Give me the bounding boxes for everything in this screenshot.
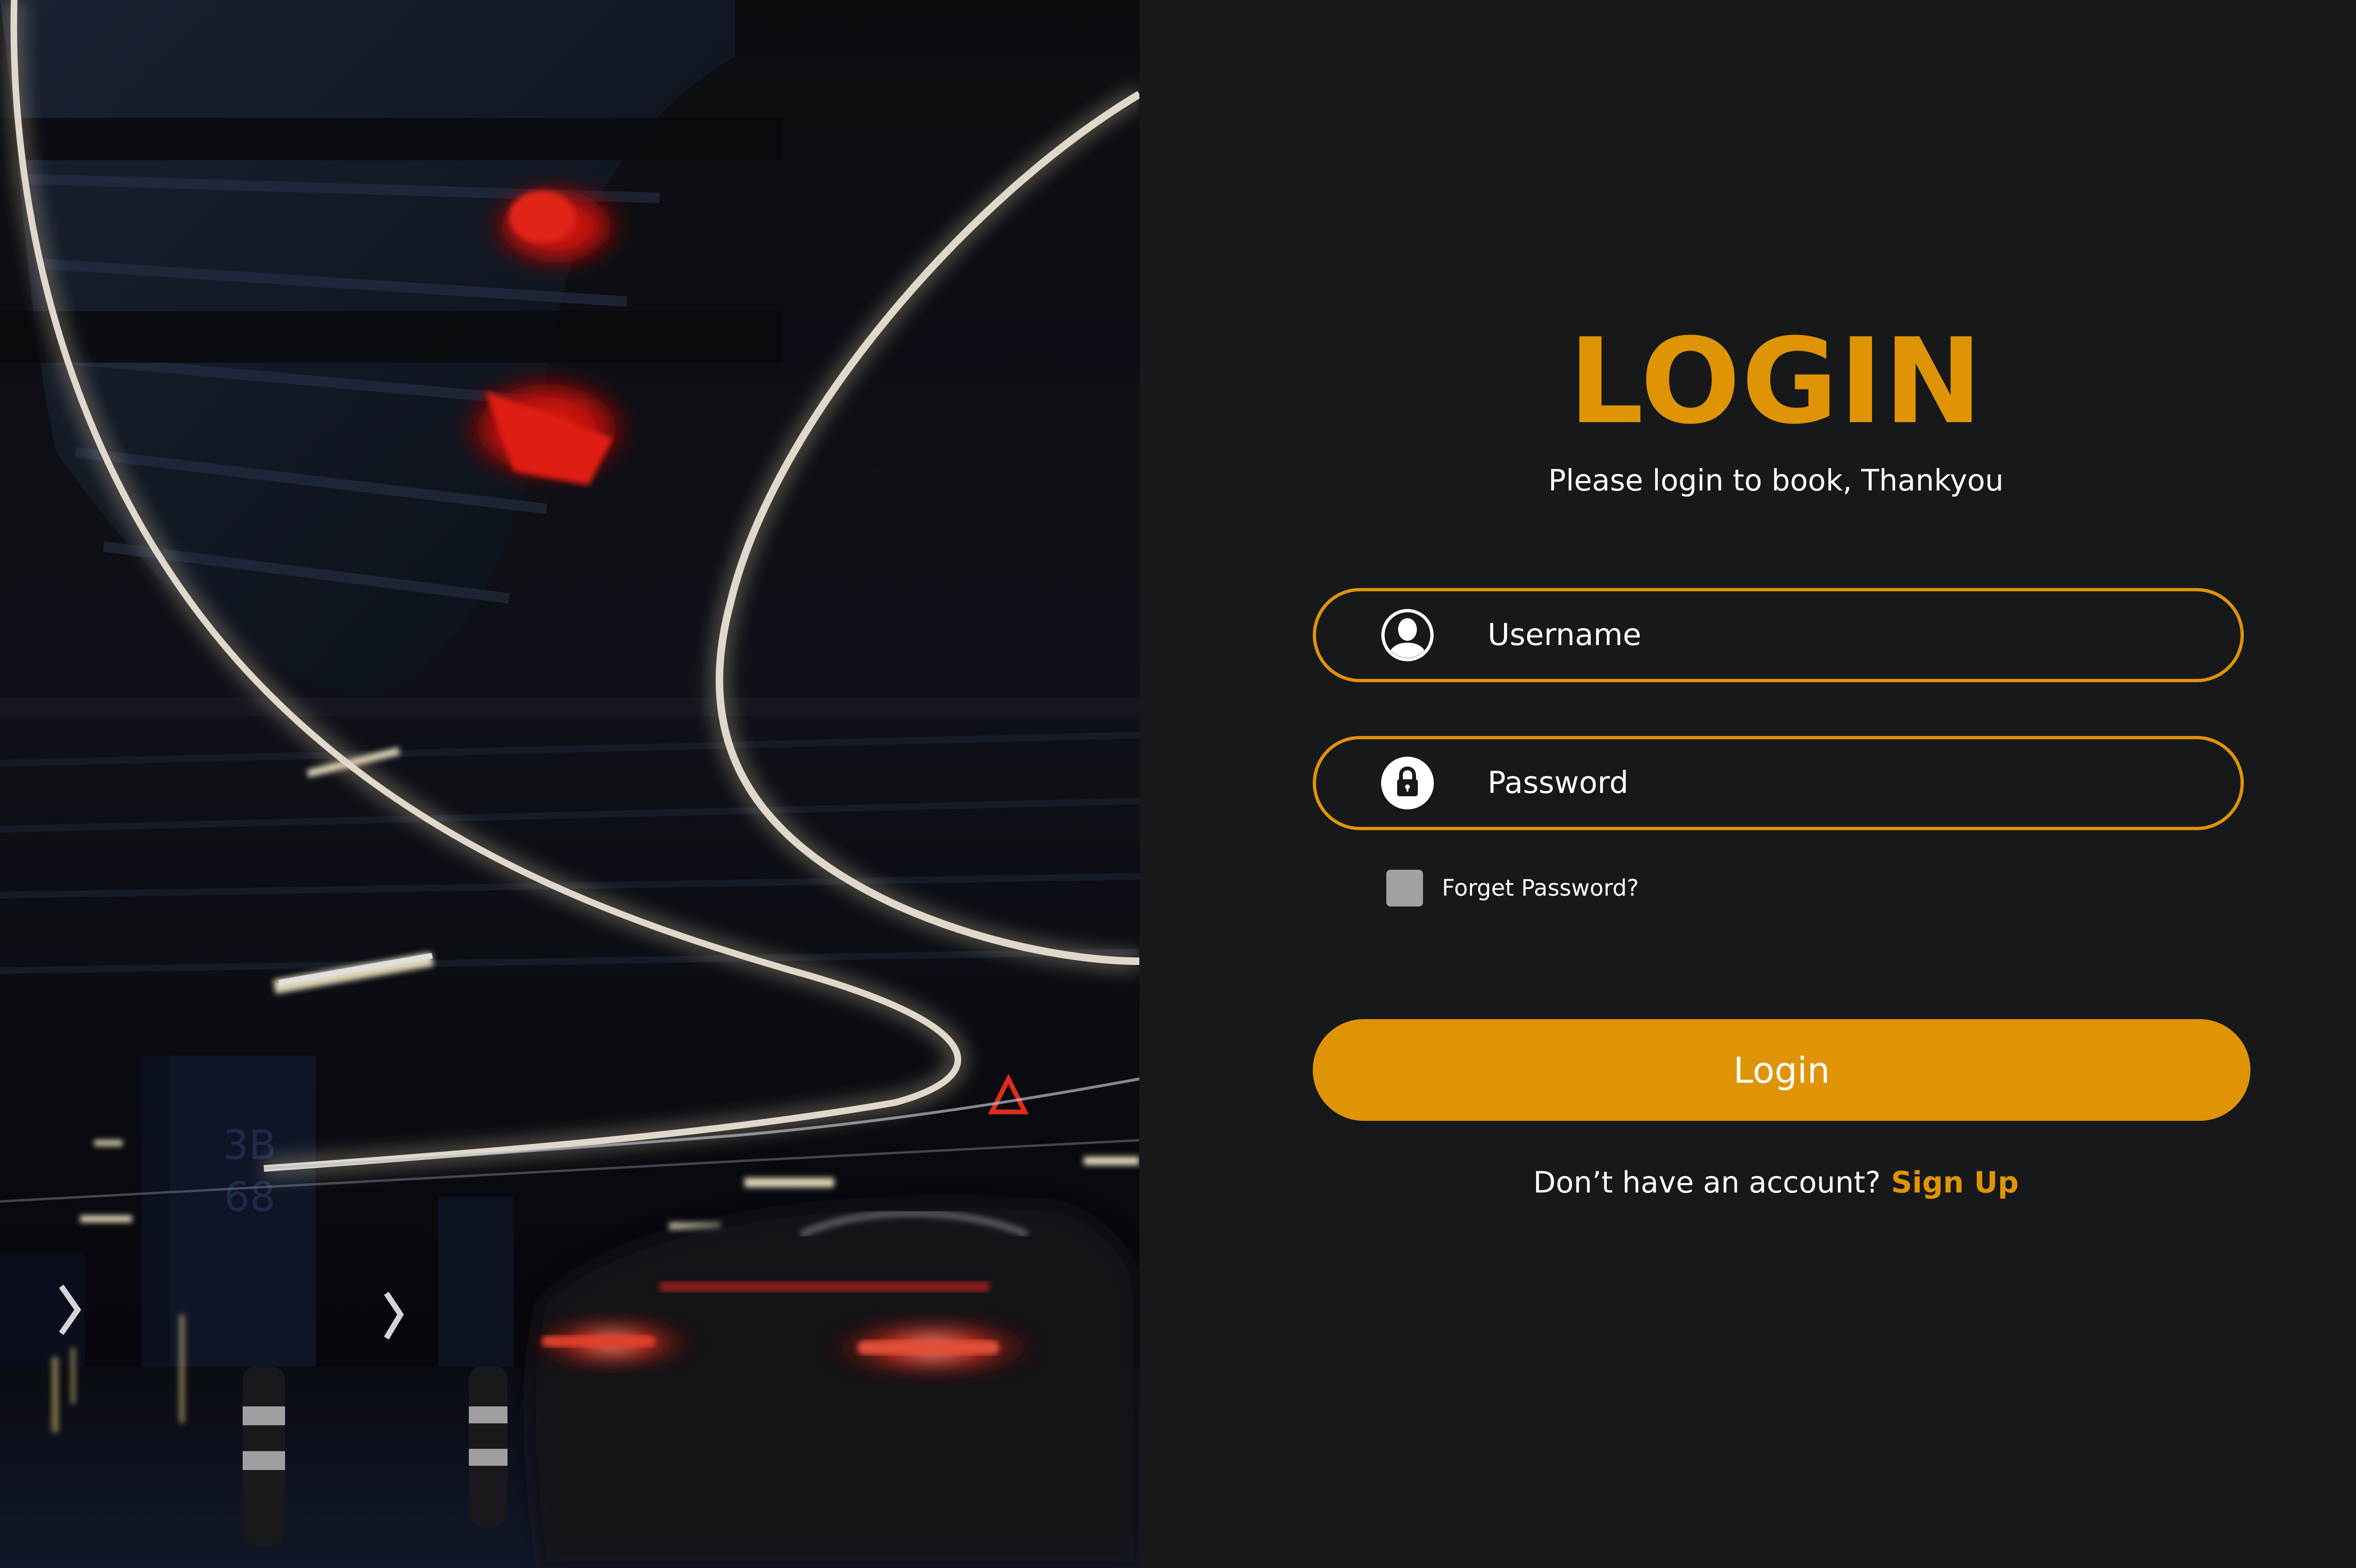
forget-password-checkbox[interactable]: [1386, 870, 1423, 906]
signup-prompt: Don’t have an account? Sign Up: [1139, 1161, 2356, 1204]
login-page: 3B 68 LOGIN Please login to book, Thanky…: [0, 0, 2356, 1568]
forget-password-label[interactable]: Forget Password?: [1442, 875, 1639, 901]
password-field[interactable]: [1313, 736, 2244, 830]
lock-icon: [1380, 756, 1435, 810]
no-account-text: Don’t have an account?: [1533, 1165, 1881, 1200]
password-input[interactable]: [1488, 739, 2203, 827]
signup-link[interactable]: Sign Up: [1891, 1165, 2019, 1200]
user-avatar-icon: [1380, 608, 1435, 662]
page-title: LOGIN: [1568, 313, 1984, 450]
username-input[interactable]: [1488, 591, 2203, 679]
parking-garage-hero-image: 3B 68: [0, 0, 1139, 1568]
page-subtitle: Please login to book, Thankyou: [1548, 463, 2004, 498]
username-field[interactable]: [1313, 588, 2244, 682]
login-button[interactable]: Login: [1313, 1019, 2250, 1121]
login-form-panel: LOGIN Please login to book, Thankyou Use…: [1139, 0, 2356, 1568]
forget-password-row: Forget Password?: [1386, 869, 1639, 907]
